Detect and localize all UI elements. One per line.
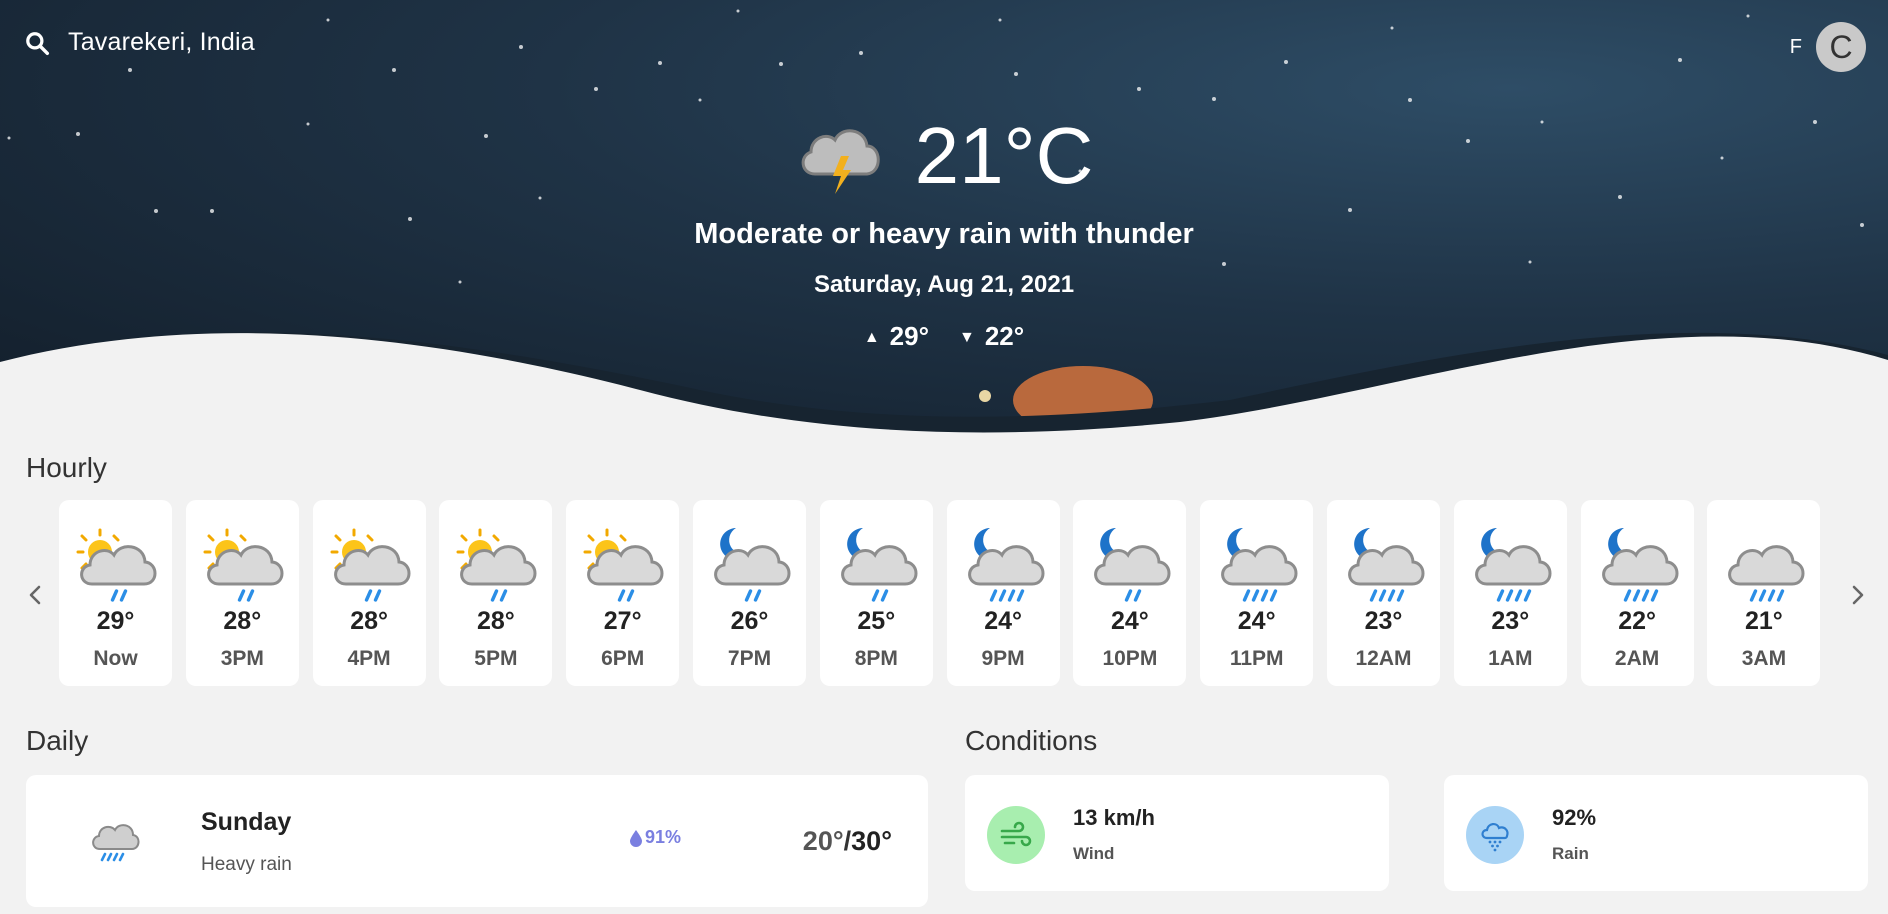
hourly-temp: 27°: [603, 607, 642, 635]
daily-temps: 20°/30°: [802, 826, 892, 856]
hourly-temp: 28°: [350, 607, 388, 635]
conditions-title: Conditions: [965, 725, 1098, 756]
rain-icon-circle: [1466, 806, 1524, 864]
wind-label: Wind: [1073, 844, 1115, 863]
hourly-card[interactable]: 23° 12AM: [1327, 500, 1440, 686]
hourly-card[interactable]: 27° 6PM: [566, 500, 680, 686]
daily-title: Daily: [26, 725, 89, 756]
search-bar[interactable]: Tavarekeri, India: [24, 28, 255, 57]
hourly-card[interactable]: 28° 3PM: [185, 500, 299, 686]
hourly-time: 3AM: [1741, 647, 1787, 670]
hourly-time: 9PM: [981, 647, 1025, 670]
hourly-temp: 22°: [1618, 607, 1656, 635]
daily-description: Heavy rain: [201, 854, 292, 875]
cloud-heavy-rain-icon: [1728, 545, 1805, 602]
hourly-card[interactable]: 29° Now: [59, 500, 172, 686]
hourly-temp: 29°: [96, 607, 135, 635]
hourly-time: Now: [93, 647, 138, 670]
hourly-temp: 26°: [730, 607, 769, 635]
hourly-temp: 25°: [857, 607, 896, 635]
wind-icon-circle: [987, 806, 1045, 864]
moon-cloud-light-rain-icon: [714, 528, 791, 602]
hourly-temp: 23°: [1364, 607, 1403, 635]
wind-value: 13 km/h: [1073, 805, 1155, 830]
rain-value: 92%: [1552, 805, 1597, 830]
hourly-temp: 24°: [1110, 607, 1149, 635]
rain-label: Rain: [1552, 844, 1589, 863]
search-icon[interactable]: [24, 30, 50, 56]
hourly-temp: 24°: [1237, 607, 1276, 635]
daily-high: 30°: [851, 826, 892, 856]
current-weather: 21°C Moderate or heavy rain with thunder…: [0, 110, 1888, 352]
rain-cloud-icon: [1481, 823, 1509, 852]
hourly-time: 6PM: [601, 647, 645, 670]
hourly-card[interactable]: 28° 5PM: [439, 500, 553, 686]
hourly-time: 5PM: [474, 647, 518, 670]
hourly-time: 10PM: [1102, 647, 1158, 670]
hourly-time: 4PM: [347, 647, 391, 670]
moon-cloud-heavy-rain-icon: [1474, 528, 1552, 602]
water-drop-icon: [630, 829, 642, 847]
celsius-button[interactable]: C: [1816, 22, 1866, 72]
hourly-time: 2AM: [1614, 647, 1660, 670]
moon-cloud-light-rain-icon: [840, 528, 918, 602]
scroll-right-button[interactable]: [1843, 580, 1873, 610]
caret-up-icon: ▲: [863, 329, 880, 346]
daily-row[interactable]: Sunday Heavy rain 91% 20°/30°: [26, 775, 928, 907]
low-temp: ▼ 22°: [959, 321, 1025, 351]
wind-icon: [1000, 821, 1032, 847]
current-date: Saturday, Aug 21, 2021: [813, 271, 1075, 298]
hourly-title: Hourly: [26, 452, 107, 483]
sun-cloud-light-rain-icon: [330, 528, 411, 602]
hourly-card[interactable]: 25° 8PM: [819, 500, 933, 686]
current-condition: Moderate or heavy rain with thunder: [694, 218, 1194, 250]
caret-down-icon: ▼: [959, 329, 975, 346]
hourly-time: 8PM: [854, 647, 898, 670]
hourly-time: 11PM: [1229, 647, 1284, 670]
hourly-list[interactable]: 29° Now 28° 3PM 28° 4PM 28° 5PM 27° 6PM 26° 7PM 25° 8…: [26, 500, 1838, 688]
sun-cloud-light-rain-icon: [76, 528, 157, 602]
daily-low: 20°: [802, 826, 844, 856]
high-low: ▲ 29° ▼ 22°: [0, 321, 1888, 352]
sun-cloud-light-rain-icon: [203, 528, 284, 602]
fahrenheit-button[interactable]: F: [1790, 36, 1802, 59]
moon-cloud-light-rain-icon: [1094, 528, 1171, 602]
sun-cloud-light-rain-icon: [583, 528, 664, 602]
thunder-cloud-icon: [801, 129, 880, 194]
wind-card: 13 km/h Wind: [965, 775, 1389, 891]
moon-cloud-heavy-rain-icon: [1348, 528, 1425, 602]
hourly-temp: 21°: [1744, 607, 1783, 635]
cloud-heavy-rain-icon: [92, 824, 140, 862]
hourly-temp: 28°: [476, 607, 515, 635]
unit-toggle: F C: [1790, 22, 1866, 72]
hourly-card[interactable]: 26° 7PM: [693, 500, 806, 686]
hourly-card[interactable]: 24° 11PM: [1200, 500, 1314, 686]
daily-day: Sunday: [201, 808, 292, 836]
hourly-time: 12AM: [1355, 647, 1412, 670]
hourly-card[interactable]: 21° 3AM: [1707, 500, 1821, 686]
high-temp: ▲ 29°: [863, 321, 929, 351]
location-text[interactable]: Tavarekeri, India: [68, 28, 255, 57]
hourly-card[interactable]: 22° 2AM: [1580, 500, 1694, 686]
hourly-time: 1AM: [1488, 647, 1533, 670]
sun-cloud-light-rain-icon: [456, 528, 537, 602]
hourly-card[interactable]: 24° 10PM: [1073, 500, 1187, 686]
rain-card: 92% Rain: [1444, 775, 1868, 891]
hourly-temp: 24°: [984, 607, 1022, 635]
hourly-time: 3PM: [220, 647, 264, 670]
hourly-card[interactable]: 28° 4PM: [312, 500, 426, 686]
daily-precipitation: 91%: [629, 827, 681, 848]
moon-cloud-heavy-rain-icon: [1601, 528, 1679, 602]
moon-cloud-heavy-rain-icon: [967, 528, 1045, 602]
hourly-time: 7PM: [727, 647, 772, 670]
hourly-card[interactable]: 24° 9PM: [946, 500, 1060, 686]
current-temperature: 21°C: [914, 111, 1094, 200]
moon-cloud-heavy-rain-icon: [1221, 528, 1298, 602]
hourly-temp: 23°: [1491, 607, 1530, 635]
hourly-card[interactable]: 23° 1AM: [1453, 500, 1567, 686]
hourly-temp: 28°: [223, 607, 262, 635]
